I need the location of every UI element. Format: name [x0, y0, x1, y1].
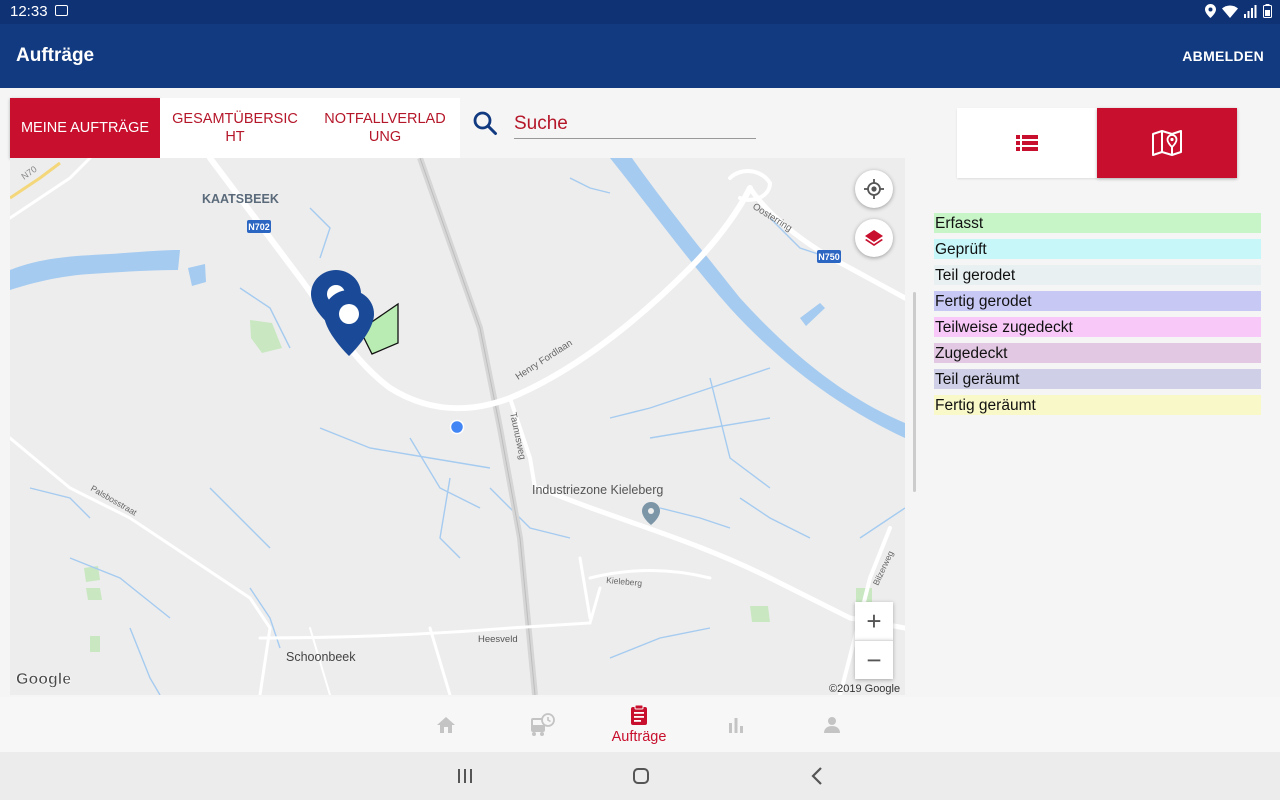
legend-label: Fertig geräumt — [935, 397, 1036, 414]
tab-label: NOTFALLVERLADUNG — [324, 111, 446, 145]
scrollbar[interactable] — [913, 292, 916, 492]
bar-chart-icon — [729, 717, 743, 733]
location-icon — [1205, 4, 1216, 18]
legend-label: Zugedeckt — [935, 345, 1008, 362]
place-label-industriezone: Industriezone Kieleberg — [532, 483, 663, 497]
layers-icon — [865, 230, 883, 246]
battery-icon — [1263, 4, 1272, 18]
nav-profile[interactable] — [787, 697, 877, 752]
legend-item-fertig-geraeumt: Fertig geräumt — [934, 395, 1261, 415]
legend-item-teil-gerodet: Teil gerodet — [934, 265, 1261, 285]
place-label-kaatsbeek: KAATSBEEK — [202, 192, 279, 206]
road-shield-n702: N702 — [247, 220, 271, 233]
wifi-icon — [1222, 5, 1238, 18]
google-logo: Google — [16, 671, 71, 688]
nav-label-auftraege: Aufträge — [611, 729, 667, 745]
legend-item-geprueft: Geprüft — [934, 239, 1261, 259]
home-system-button[interactable] — [621, 764, 661, 788]
legend-item-teilweise-zugedeckt: Teilweise zugedeckt — [934, 317, 1261, 337]
legend-label: Teil geräumt — [935, 371, 1020, 388]
current-location-dot — [449, 419, 465, 435]
legend-item-fertig-gerodet: Fertig gerodet — [934, 291, 1261, 311]
person-icon — [824, 716, 840, 733]
nav-transport-history[interactable] — [497, 697, 587, 752]
tab-label: MEINE AUFTRÄGE — [20, 120, 150, 136]
status-bar: 12:33 — [0, 0, 1280, 24]
place-label-schoonbeek: Schoonbeek — [286, 650, 356, 664]
bottom-navigation: Aufträge — [0, 697, 1280, 752]
status-time: 12:33 — [10, 3, 48, 20]
tab-meine-auftraege[interactable]: MEINE AUFTRÄGE — [10, 98, 160, 158]
legend-item-erfasst: Erfasst — [934, 213, 1261, 233]
zoom-out-button[interactable]: − — [855, 640, 893, 679]
nav-home[interactable] — [401, 697, 491, 752]
map-view-button[interactable] — [1097, 108, 1237, 178]
map-view[interactable]: N702 N750 N70 KAATSBEEK Oosterring Henry… — [10, 158, 905, 695]
road-shield-n750: N750 — [817, 250, 841, 263]
search-icon[interactable] — [472, 110, 498, 136]
tab-notfallverladung[interactable]: NOTFALLVERLADUNG — [310, 98, 460, 158]
image-notification-icon — [55, 5, 68, 16]
legend-label: Erfasst — [935, 215, 984, 232]
svg-text:N750: N750 — [818, 252, 840, 262]
page-title: Aufträge — [16, 45, 95, 66]
status-icons — [1205, 4, 1272, 18]
status-legend: Erfasst Geprüft Teil gerodet Fertig gero… — [934, 213, 1261, 421]
map-icon — [1152, 130, 1182, 156]
clipboard-icon — [631, 704, 647, 725]
svg-text:N702: N702 — [248, 222, 270, 232]
crosshair-icon — [864, 179, 884, 199]
search-input[interactable] — [514, 110, 756, 139]
home-icon — [437, 716, 455, 733]
signal-icon — [1244, 4, 1257, 18]
back-button[interactable] — [797, 764, 837, 788]
map-canvas[interactable]: N702 N750 N70 KAATSBEEK Oosterring Henry… — [10, 158, 905, 695]
nav-statistics[interactable] — [691, 697, 781, 752]
tab-gesamtuebersicht[interactable]: GESAMTÜBERSICHT — [160, 98, 310, 158]
logout-button[interactable]: ABMELDEN — [1182, 48, 1264, 64]
legend-label: Fertig gerodet — [935, 293, 1032, 310]
home-square-icon — [633, 768, 649, 784]
my-location-button[interactable] — [855, 170, 893, 208]
legend-label: Geprüft — [935, 241, 987, 258]
tab-label: GESAMTÜBERSICHT — [172, 111, 298, 145]
recent-apps-button[interactable] — [445, 764, 485, 788]
zoom-in-button[interactable]: + — [855, 602, 893, 640]
layers-button[interactable] — [855, 219, 893, 257]
list-icon — [1016, 135, 1038, 151]
map-copyright: ©2019 Google — [829, 683, 900, 695]
app-bar: Aufträge ABMELDEN — [0, 24, 1280, 88]
street-label-heesveld: Heesveld — [478, 634, 518, 645]
legend-item-zugedeckt: Zugedeckt — [934, 343, 1261, 363]
back-chevron-icon — [811, 767, 822, 785]
recent-apps-icon — [458, 769, 472, 783]
legend-item-teil-geraeumt: Teil geräumt — [934, 369, 1261, 389]
legend-label: Teil gerodet — [935, 267, 1016, 284]
legend-label: Teilweise zugedeckt — [935, 319, 1073, 336]
system-navigation-bar — [0, 752, 1280, 800]
truck-clock-icon — [531, 712, 555, 736]
list-view-button[interactable] — [957, 108, 1097, 178]
nav-auftraege[interactable]: Aufträge — [594, 697, 684, 752]
